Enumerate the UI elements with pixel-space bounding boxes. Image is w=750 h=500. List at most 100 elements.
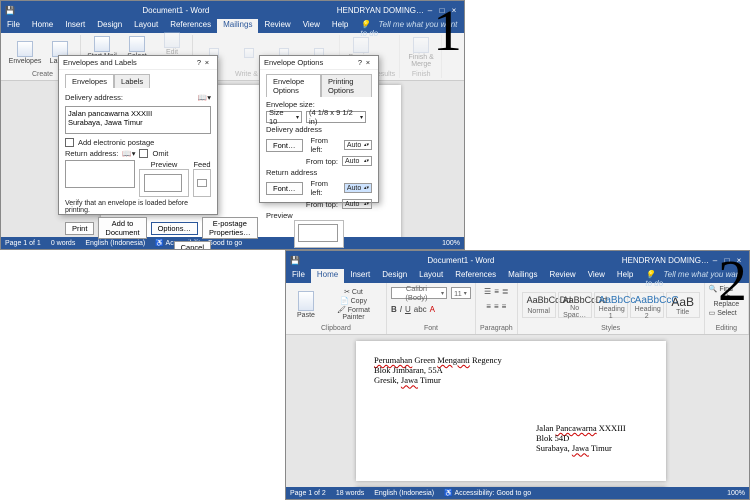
close-icon[interactable]: × (201, 58, 213, 67)
status-lang[interactable]: English (Indonesia) (374, 490, 434, 497)
align-center-button[interactable]: ≡ (494, 302, 499, 311)
close-icon[interactable]: × (362, 58, 374, 67)
user-name[interactable]: HENDRYAN DOMING… (622, 256, 709, 265)
status-zoom[interactable]: 100% (727, 490, 745, 497)
font-size-select[interactable]: 11 (451, 287, 471, 299)
feed-label: Feed (193, 160, 211, 169)
tab-file[interactable]: File (286, 269, 311, 283)
ret-from-left-label: From left: (311, 179, 340, 197)
tab-home[interactable]: Home (26, 19, 59, 33)
style-title[interactable]: AaBTitle (666, 292, 700, 318)
cut-button[interactable]: ✂ Cut (325, 288, 382, 296)
address-book-icon[interactable]: 📖▾ (198, 93, 211, 102)
tab-design[interactable]: Design (91, 19, 128, 33)
figure-number-1: 1 (433, 0, 462, 64)
tab-mailings[interactable]: Mailings (217, 19, 258, 33)
tab-layout[interactable]: Layout (128, 19, 164, 33)
deliv-line3: Surabaya, Jawa Timur (536, 443, 626, 453)
tab-insert[interactable]: Insert (59, 19, 91, 33)
copy-button[interactable]: 📄 Copy (325, 297, 382, 305)
cancel-button[interactable]: Cancel (174, 241, 211, 250)
style-heading1[interactable]: AaBbCcHeading 1 (594, 292, 628, 318)
ribbon-home: Paste ✂ Cut 📄 Copy 🖌 Format Painter Clip… (286, 283, 749, 335)
tab-envelope-options[interactable]: Envelope Options (266, 74, 321, 97)
paste-button[interactable]: Paste (290, 291, 322, 319)
delivery-font-button[interactable]: Font… (266, 139, 303, 152)
size-dim[interactable]: (4 1/8 x 9 1/2 in) (306, 111, 366, 123)
word-jawa: Jawa (401, 375, 418, 385)
status-words[interactable]: 18 words (336, 490, 364, 497)
multilevel-button[interactable]: ≣ (502, 287, 509, 296)
save-icon[interactable]: 💾 (290, 256, 300, 265)
epostage-button[interactable]: E-postage Properties… (202, 217, 258, 239)
tab-review[interactable]: Review (543, 269, 581, 283)
tab-printing-options[interactable]: Printing Options (321, 74, 372, 97)
tab-design[interactable]: Design (376, 269, 413, 283)
tab-mailings[interactable]: Mailings (502, 269, 543, 283)
omit-checkbox[interactable] (139, 149, 148, 158)
return-line1: Perumahan Green Menganti Regency (374, 355, 648, 365)
word-perumahan: Perumahan (374, 355, 412, 365)
return-font-button[interactable]: Font… (266, 182, 303, 195)
tab-envelopes[interactable]: Envelopes (65, 74, 114, 88)
group-paragraph: ☰ ≡ ≣ ≡ ≡ ≡ Paragraph (476, 283, 518, 334)
style-heading2[interactable]: AaBbCcCHeading 2 (630, 292, 664, 318)
return-address-input[interactable] (65, 160, 135, 188)
doc-title: Document1 - Word (300, 256, 622, 265)
tab-labels[interactable]: Labels (114, 74, 150, 88)
align-right-button[interactable]: ≡ (502, 302, 507, 311)
delivery-address-input[interactable] (65, 106, 211, 134)
envelope-preview[interactable] (139, 169, 189, 197)
add-postage-checkbox[interactable] (65, 138, 74, 147)
style-normal[interactable]: AaBbCcDdNormal (522, 292, 556, 318)
from-top-label: From top: (306, 157, 338, 166)
size-select[interactable]: Size 10 (266, 111, 302, 123)
font-color-button[interactable]: A (430, 305, 435, 314)
tab-layout[interactable]: Layout (413, 269, 449, 283)
tab-help[interactable]: Help (326, 19, 354, 33)
add-to-document-button[interactable]: Add to Document (98, 217, 146, 239)
strike-button[interactable]: abc (414, 305, 427, 314)
align-left-button[interactable]: ≡ (486, 302, 491, 311)
address-book-icon[interactable]: 📖▾ (122, 149, 135, 158)
dialog-envelope-options: Envelope Options ? × Envelope Options Pr… (259, 55, 379, 203)
bullets-button[interactable]: ☰ (484, 287, 491, 296)
tab-view[interactable]: View (297, 19, 326, 33)
tab-home[interactable]: Home (311, 269, 344, 283)
font-family-select[interactable]: Calibri (Body) (391, 287, 447, 299)
format-painter-button[interactable]: 🖌 Format Painter (325, 306, 382, 321)
group-font: Calibri (Body) 11 B I U abc A Font (387, 283, 476, 334)
feed-preview[interactable] (193, 169, 211, 197)
status-accessibility[interactable]: ♿ Accessibility: Good to go (444, 489, 531, 497)
ret-from-left-spin[interactable]: Auto (344, 183, 372, 193)
status-zoom[interactable]: 100% (442, 240, 460, 247)
save-icon[interactable]: 💾 (5, 6, 15, 15)
tab-references[interactable]: References (449, 269, 502, 283)
style-nospacing[interactable]: AaBbCcDdNo Spac… (558, 292, 592, 318)
group-styles: AaBbCcDdNormal AaBbCcDdNo Spac… AaBbCcHe… (518, 283, 705, 334)
status-page[interactable]: Page 1 of 2 (290, 490, 326, 497)
print-button[interactable]: Print (65, 222, 94, 235)
status-page[interactable]: Page 1 of 1 (5, 240, 41, 247)
bold-button[interactable]: B (391, 305, 397, 314)
tab-view[interactable]: View (582, 269, 611, 283)
tab-file[interactable]: File (1, 19, 26, 33)
from-top-spin[interactable]: Auto (342, 156, 372, 166)
options-button[interactable]: Options… (151, 222, 198, 235)
dialog-titlebar: Envelope Options ? × (260, 56, 378, 70)
tab-insert[interactable]: Insert (344, 269, 376, 283)
user-name[interactable]: HENDRYAN DOMING… (337, 6, 424, 15)
underline-button[interactable]: U (405, 305, 411, 314)
envelope-page[interactable]: Perumahan Green Menganti Regency Blok Ji… (356, 341, 666, 481)
ret-from-top-spin[interactable]: Auto (342, 199, 372, 209)
tab-review[interactable]: Review (258, 19, 296, 33)
tab-help[interactable]: Help (611, 269, 639, 283)
doc-title: Document1 - Word (15, 6, 337, 15)
tab-references[interactable]: References (164, 19, 217, 33)
numbering-button[interactable]: ≡ (494, 287, 499, 296)
envelope-preview (294, 220, 344, 248)
from-left-spin[interactable]: Auto (344, 140, 372, 150)
from-left-label: From left: (311, 136, 340, 154)
envelopes-button[interactable]: Envelopes (9, 41, 41, 65)
italic-button[interactable]: I (400, 305, 402, 314)
